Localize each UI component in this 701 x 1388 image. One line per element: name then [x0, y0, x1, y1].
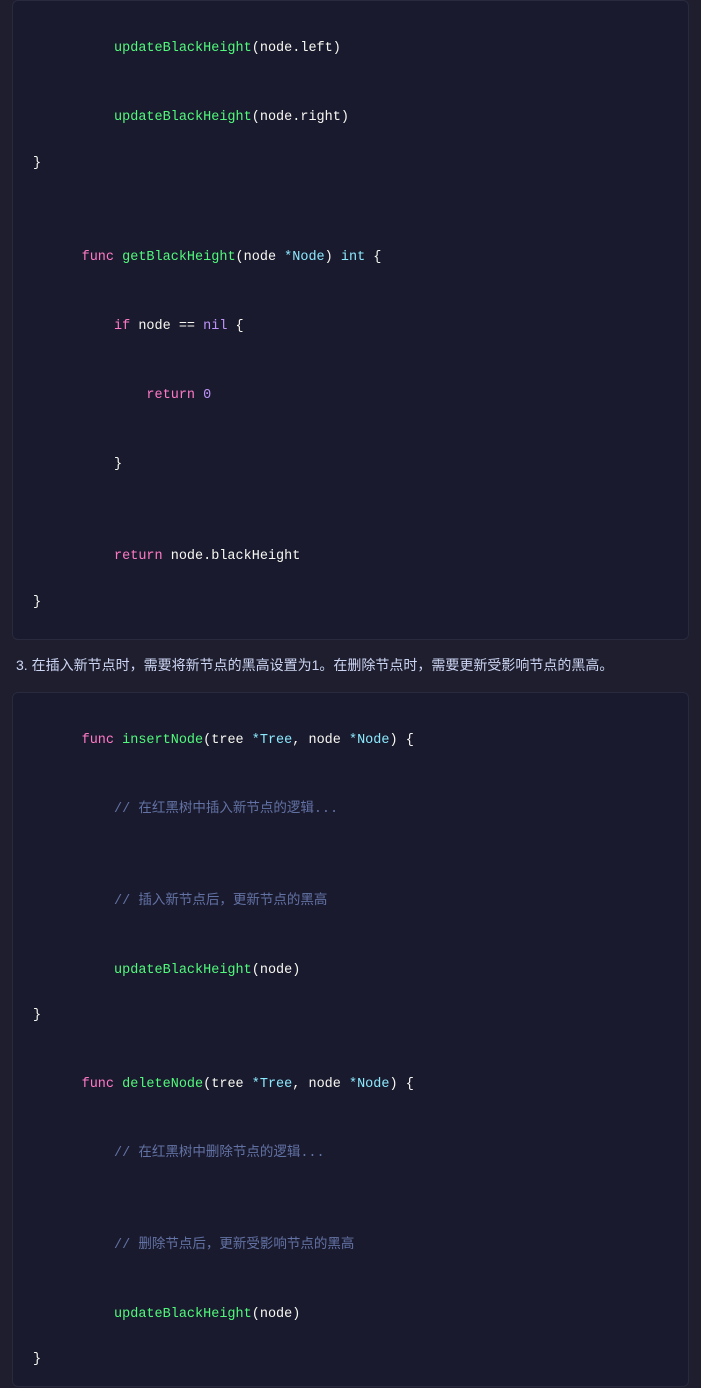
- code-line: return node.blackHeight: [33, 523, 668, 592]
- code-block-3: func insertNode(tree *Tree, node *Node) …: [12, 692, 689, 1387]
- code-line: [33, 500, 668, 523]
- page-wrapper: updateBlackHeight(node.left) updateBlack…: [0, 0, 701, 1388]
- code-line: if node == nil {: [33, 293, 668, 362]
- code-line: func insertNode(tree *Tree, node *Node) …: [33, 707, 668, 776]
- code-line: }: [33, 153, 668, 176]
- code-line: [33, 1189, 668, 1212]
- code-line: }: [33, 592, 668, 615]
- code-line: updateBlackHeight(node.right): [33, 84, 668, 153]
- code-line: // 插入新节点后，更新节点的黑高: [33, 868, 668, 937]
- code-line: }: [33, 1005, 668, 1028]
- code-line: [33, 202, 668, 225]
- code-line: updateBlackHeight(node.left): [33, 15, 668, 84]
- code-line: // 在红黑树中删除节点的逻辑...: [33, 1120, 668, 1189]
- code-line: updateBlackHeight(node): [33, 937, 668, 1006]
- code-line: func deleteNode(tree *Tree, node *Node) …: [33, 1051, 668, 1120]
- code-line: [33, 845, 668, 868]
- code-block-1: updateBlackHeight(node.left) updateBlack…: [12, 0, 689, 190]
- prose-section-1: 3. 在插入新节点时，需要将新节点的黑高设置为1。在删除节点时，需要更新受影响节…: [0, 640, 701, 692]
- prose-paragraph-1: 3. 在插入新节点时，需要将新节点的黑高设置为1。在删除节点时，需要更新受影响节…: [16, 654, 685, 678]
- code-line: // 删除节点后，更新受影响节点的黑高: [33, 1212, 668, 1281]
- code-block-2: func getBlackHeight(node *Node) int { if…: [12, 190, 689, 629]
- prose-section-2: 这样就可以在红黑树中维护节点的黑高了。同样的方法也可以用来维护节点的深度，只需将…: [0, 1387, 701, 1388]
- code-line: func getBlackHeight(node *Node) int {: [33, 225, 668, 294]
- code-line: // 在红黑树中插入新节点的逻辑...: [33, 776, 668, 845]
- code-line: [33, 1028, 668, 1051]
- code-line: return 0: [33, 362, 668, 431]
- code-line: }: [33, 1349, 668, 1372]
- code-line: }: [33, 431, 668, 500]
- code-line: updateBlackHeight(node): [33, 1281, 668, 1350]
